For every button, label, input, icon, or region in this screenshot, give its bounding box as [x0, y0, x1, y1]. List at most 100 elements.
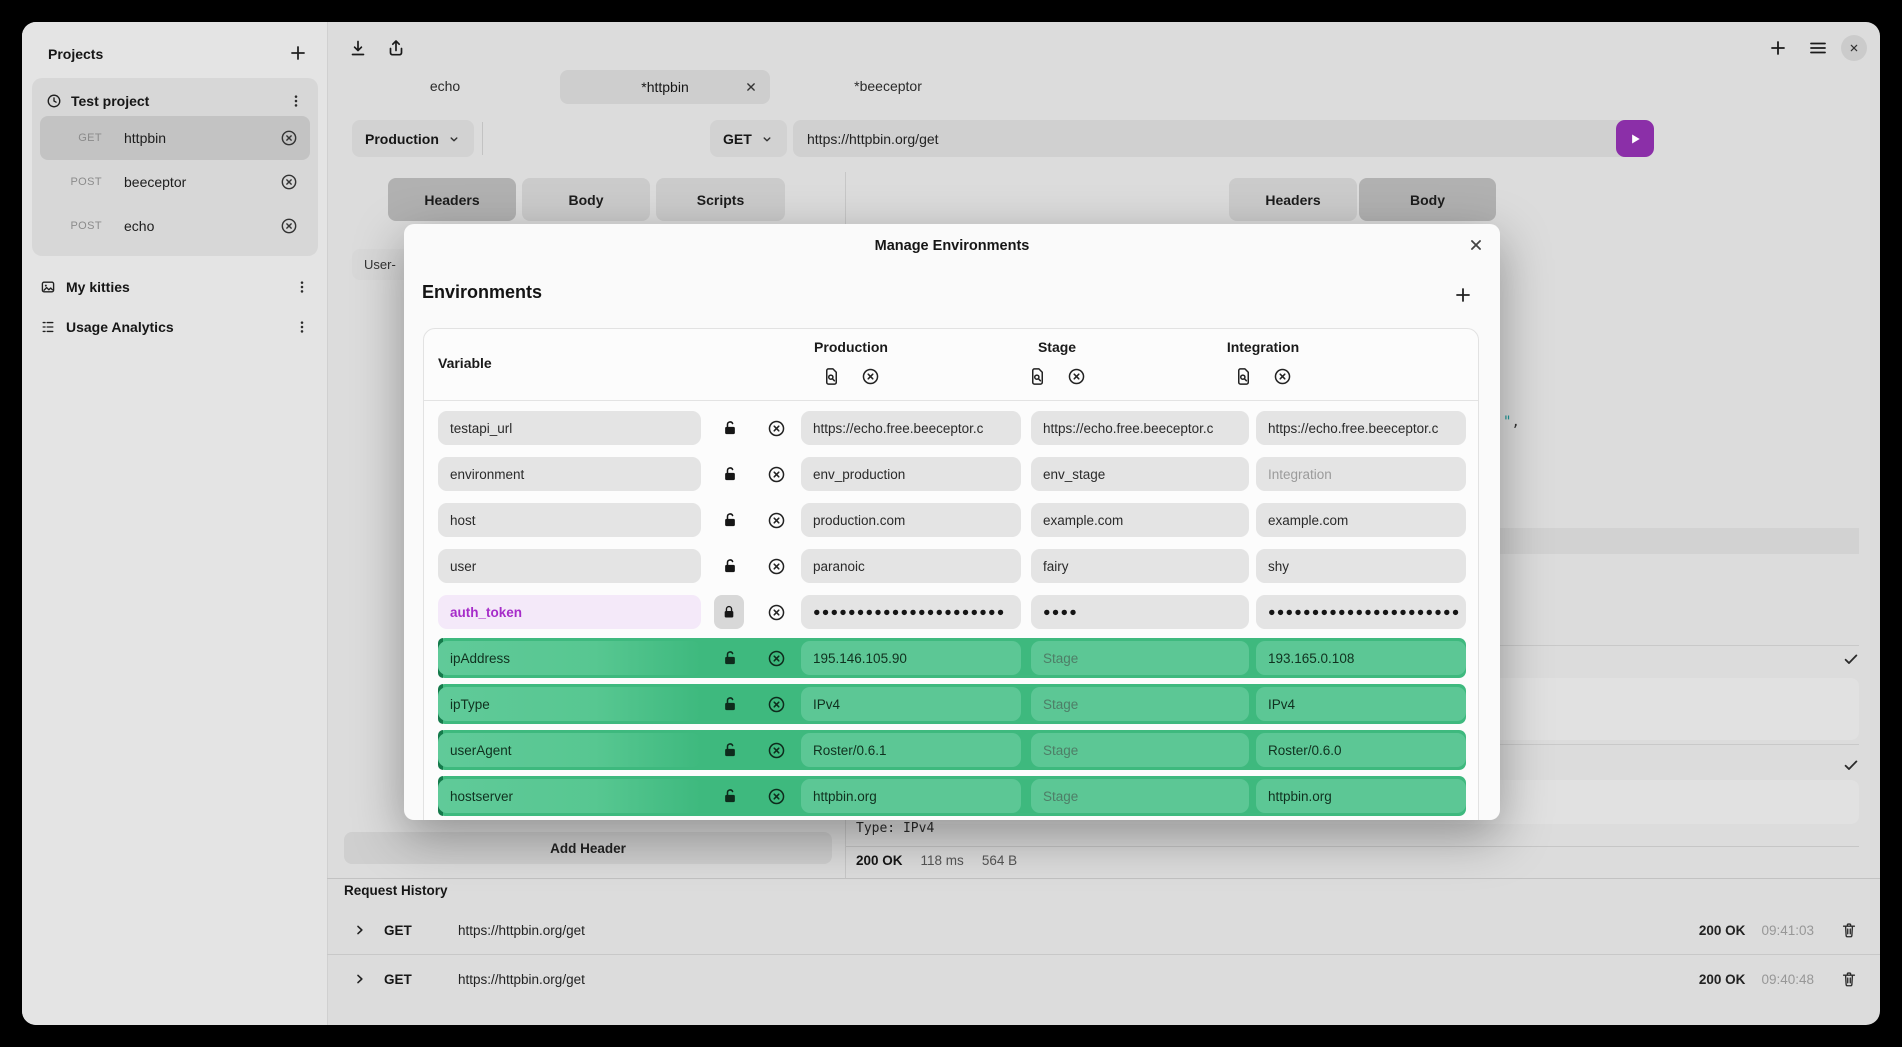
x-circle-icon[interactable]: [1067, 367, 1086, 386]
env-value-field[interactable]: 195.146.105.90: [801, 641, 1021, 675]
lock-open-icon[interactable]: [721, 741, 739, 759]
history-row[interactable]: GEThttps://httpbin.org/get200 OK09:41:03: [327, 906, 1880, 955]
tab-request-body[interactable]: Body: [522, 178, 650, 221]
x-circle-icon[interactable]: [280, 217, 298, 235]
env-value-field[interactable]: example.com: [1256, 503, 1466, 537]
env-value-field[interactable]: env_production: [801, 457, 1021, 491]
env-value-field[interactable]: IPv4: [801, 687, 1021, 721]
lock-open-icon[interactable]: [721, 511, 739, 529]
x-circle-icon[interactable]: [767, 787, 786, 806]
new-request-button[interactable]: [1768, 38, 1788, 58]
variable-name-field[interactable]: environment: [438, 457, 701, 491]
request-tab[interactable]: echo: [430, 78, 460, 94]
env-value-field[interactable]: IPv4: [1256, 687, 1466, 721]
menu-icon[interactable]: [1808, 38, 1828, 58]
modal-close-button[interactable]: [1467, 236, 1485, 254]
x-circle-icon[interactable]: [767, 419, 786, 438]
sidebar-item[interactable]: Usage Analytics: [32, 310, 318, 344]
export-icon[interactable]: [386, 38, 406, 58]
x-circle-icon[interactable]: [280, 129, 298, 147]
env-value-field[interactable]: shy: [1256, 549, 1466, 583]
add-environment-button[interactable]: [1453, 285, 1473, 305]
kebab-menu-icon[interactable]: [294, 279, 310, 295]
add-header-button[interactable]: Add Header: [344, 832, 832, 864]
request-item[interactable]: GEThttpbin: [40, 116, 310, 160]
environment-select[interactable]: Production: [352, 120, 474, 157]
trash-icon[interactable]: [1840, 970, 1858, 988]
request-item[interactable]: POSTbeeceptor: [40, 160, 310, 204]
variable-name-field[interactable]: host: [438, 503, 701, 537]
x-circle-icon[interactable]: [1273, 367, 1292, 386]
url-input[interactable]: https://httpbin.org/get: [793, 120, 1636, 157]
chevron-right-icon[interactable]: [352, 971, 368, 987]
env-value-field[interactable]: paranoic: [801, 549, 1021, 583]
lock-button[interactable]: [714, 595, 744, 629]
x-circle-icon[interactable]: [861, 367, 880, 386]
request-tab-active[interactable]: *httpbin: [560, 70, 770, 104]
env-value-field[interactable]: httpbin.org: [1256, 779, 1466, 813]
x-circle-icon[interactable]: [767, 741, 786, 760]
trash-icon[interactable]: [1840, 921, 1858, 939]
env-value-field[interactable]: Integration: [1256, 457, 1466, 491]
lock-open-icon[interactable]: [721, 557, 739, 575]
close-tab-icon[interactable]: [744, 80, 758, 94]
file-search-icon[interactable]: [1028, 367, 1047, 386]
add-project-button[interactable]: [288, 43, 308, 63]
request-item[interactable]: POSTecho: [40, 204, 310, 248]
env-value-field[interactable]: 193.165.0.108: [1256, 641, 1466, 675]
chevron-right-icon[interactable]: [352, 922, 368, 938]
variable-name-field[interactable]: ipAddress: [438, 641, 701, 675]
variable-name-field[interactable]: auth_token: [438, 595, 701, 629]
lock-open-icon[interactable]: [721, 695, 739, 713]
project-group-header[interactable]: Test project: [40, 86, 310, 116]
env-value-field[interactable]: production.com: [801, 503, 1021, 537]
kebab-menu-icon[interactable]: [294, 319, 310, 335]
x-circle-icon[interactable]: [767, 511, 786, 530]
env-value-field[interactable]: Stage: [1031, 733, 1249, 767]
tab-response-body[interactable]: Body: [1359, 178, 1496, 221]
variable-name-field[interactable]: ipType: [438, 687, 701, 721]
env-value-field[interactable]: https://echo.free.beeceptor.c: [1256, 411, 1466, 445]
history-row[interactable]: GEThttps://httpbin.org/get200 OK09:40:48: [327, 955, 1880, 1003]
tab-request-headers[interactable]: Headers: [388, 178, 516, 221]
env-value-field[interactable]: Roster/0.6.1: [801, 733, 1021, 767]
lock-open-icon[interactable]: [721, 787, 739, 805]
request-tab[interactable]: *beeceptor: [854, 78, 922, 94]
env-value-field[interactable]: ●●●●: [1031, 595, 1249, 629]
send-request-button[interactable]: [1616, 120, 1654, 157]
env-value-field[interactable]: Stage: [1031, 687, 1249, 721]
variable-name-field[interactable]: user: [438, 549, 701, 583]
x-circle-icon[interactable]: [767, 603, 786, 622]
x-circle-icon[interactable]: [767, 695, 786, 714]
window-close-button[interactable]: [1841, 35, 1867, 61]
x-circle-icon[interactable]: [280, 173, 298, 191]
lock-open-icon[interactable]: [721, 649, 739, 667]
env-value-field[interactable]: ●●●●●●●●●●●●●●●●●●●●●●: [801, 595, 1021, 629]
file-search-icon[interactable]: [822, 367, 841, 386]
x-circle-icon[interactable]: [767, 649, 786, 668]
variable-name-field[interactable]: testapi_url: [438, 411, 701, 445]
method-select[interactable]: GET: [710, 120, 787, 157]
env-value-field[interactable]: ●●●●●●●●●●●●●●●●●●●●●●: [1256, 595, 1466, 629]
tab-response-headers[interactable]: Headers: [1229, 178, 1357, 221]
env-value-field[interactable]: https://echo.free.beeceptor.c: [801, 411, 1021, 445]
file-search-icon[interactable]: [1234, 367, 1253, 386]
env-value-field[interactable]: httpbin.org: [801, 779, 1021, 813]
env-value-field[interactable]: Stage: [1031, 641, 1249, 675]
x-circle-icon[interactable]: [767, 557, 786, 576]
env-value-field[interactable]: example.com: [1031, 503, 1249, 537]
variable-name-field[interactable]: hostserver: [438, 779, 701, 813]
x-circle-icon[interactable]: [767, 465, 786, 484]
variable-name-field[interactable]: userAgent: [438, 733, 701, 767]
import-icon[interactable]: [348, 38, 368, 58]
kebab-menu-icon[interactable]: [288, 93, 304, 109]
lock-open-icon[interactable]: [721, 419, 739, 437]
env-value-field[interactable]: https://echo.free.beeceptor.c: [1031, 411, 1249, 445]
sidebar-item[interactable]: My kitties: [32, 270, 318, 304]
env-value-field[interactable]: Stage: [1031, 779, 1249, 813]
env-value-field[interactable]: env_stage: [1031, 457, 1249, 491]
env-value-field[interactable]: fairy: [1031, 549, 1249, 583]
tab-request-scripts[interactable]: Scripts: [656, 178, 785, 221]
env-value-field[interactable]: Roster/0.6.0: [1256, 733, 1466, 767]
lock-open-icon[interactable]: [721, 465, 739, 483]
